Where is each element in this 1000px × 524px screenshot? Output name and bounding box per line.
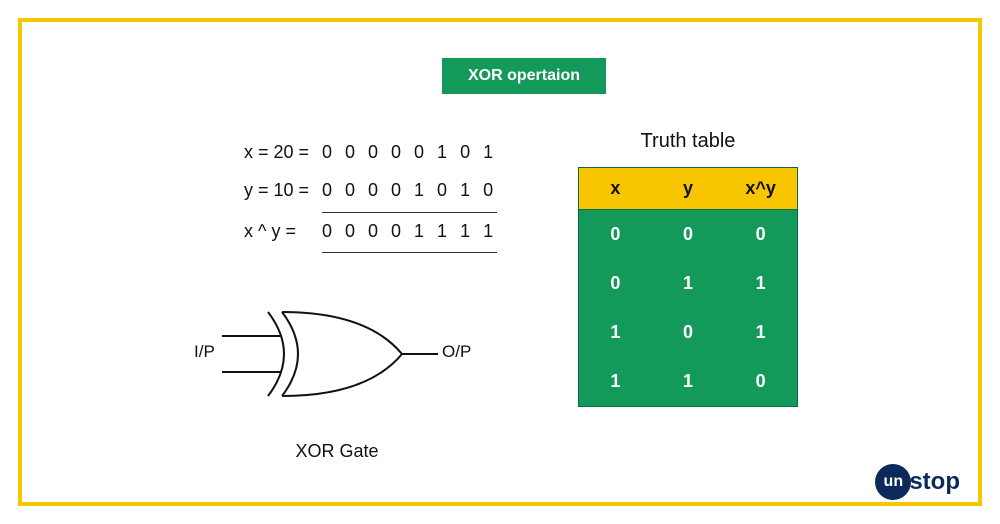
th-xy: x^y bbox=[724, 168, 797, 209]
cell: 0 bbox=[724, 357, 797, 406]
cell: 1 bbox=[724, 259, 797, 308]
th-y: y bbox=[652, 168, 725, 209]
cell: 1 bbox=[652, 357, 725, 406]
eq-x-bits: 0 0 0 0 0 1 0 1 bbox=[322, 134, 497, 172]
cell: 0 bbox=[579, 259, 652, 308]
eq-res-bits: 0 0 0 0 1 1 1 1 bbox=[322, 213, 497, 254]
table-row: 1 1 0 bbox=[579, 357, 797, 406]
equation-result: x ^ y = 0 0 0 0 1 1 1 1 bbox=[244, 213, 504, 254]
table-row: 0 0 0 bbox=[579, 210, 797, 259]
truth-table-area: Truth table x y x^y 0 0 0 0 1 1 1 0 1 bbox=[578, 130, 798, 407]
eq-y-bits: 0 0 0 0 1 0 1 0 bbox=[322, 172, 497, 213]
eq-x-label: x = 20 = bbox=[244, 134, 316, 172]
xor-gate-icon bbox=[192, 294, 482, 414]
gate-output-label: O/P bbox=[442, 342, 471, 362]
cell: 0 bbox=[652, 308, 725, 357]
cell: 1 bbox=[579, 308, 652, 357]
truth-table-header: x y x^y bbox=[579, 168, 797, 210]
equations-block: x = 20 = 0 0 0 0 0 1 0 1 y = 10 = 0 0 0 … bbox=[244, 134, 504, 253]
cell: 0 bbox=[724, 210, 797, 259]
cell: 1 bbox=[652, 259, 725, 308]
eq-y-label: y = 10 = bbox=[244, 172, 316, 213]
cell: 0 bbox=[652, 210, 725, 259]
cell: 1 bbox=[724, 308, 797, 357]
equation-y: y = 10 = 0 0 0 0 1 0 1 0 bbox=[244, 172, 504, 213]
brand-logo: un stop bbox=[875, 464, 960, 500]
table-row: 0 1 1 bbox=[579, 259, 797, 308]
diagram-frame: XOR opertaion x = 20 = 0 0 0 0 0 1 0 1 y… bbox=[18, 18, 982, 506]
title-text: XOR opertaion bbox=[468, 67, 580, 85]
truth-table: x y x^y 0 0 0 0 1 1 1 0 1 1 1 0 bbox=[578, 167, 798, 407]
cell: 1 bbox=[579, 357, 652, 406]
truth-table-title: Truth table bbox=[578, 130, 798, 153]
xor-gate-diagram: I/P O/P XOR Gate bbox=[192, 294, 482, 444]
table-row: 1 0 1 bbox=[579, 308, 797, 357]
logo-bubble: un bbox=[875, 464, 911, 500]
gate-caption: XOR Gate bbox=[192, 441, 482, 462]
gate-input-label: I/P bbox=[194, 342, 215, 362]
th-x: x bbox=[579, 168, 652, 209]
logo-text: stop bbox=[909, 468, 960, 496]
cell: 0 bbox=[579, 210, 652, 259]
eq-res-label: x ^ y = bbox=[244, 213, 316, 254]
equation-x: x = 20 = 0 0 0 0 0 1 0 1 bbox=[244, 134, 504, 172]
title-badge: XOR opertaion bbox=[442, 58, 606, 94]
